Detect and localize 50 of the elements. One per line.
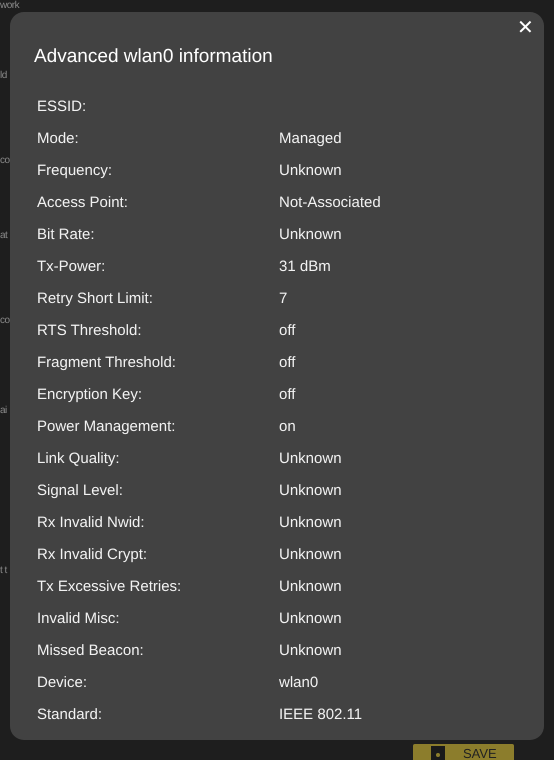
field-label: Access Point: (37, 194, 129, 213)
field-value: Unknown (279, 610, 343, 629)
field-value: Unknown (279, 450, 343, 469)
field-value: Unknown (279, 546, 343, 565)
field-label: Mode: (37, 130, 80, 149)
field-value: off (279, 322, 296, 341)
section-heading: work (0, 0, 20, 11)
field-value: Unknown (279, 162, 343, 181)
setting-label: ld (0, 70, 7, 81)
field-value: Unknown (279, 482, 343, 501)
field-value: Unknown (279, 514, 343, 533)
field-label: Rx Invalid Crypt: (37, 546, 148, 565)
close-button[interactable]: ✕ (517, 18, 534, 38)
field-label: Bit Rate: (37, 226, 96, 245)
field-value: 31 dBm (279, 258, 332, 277)
field-label: RTS Threshold: (37, 322, 142, 341)
field-value: Unknown (279, 578, 343, 597)
field-value: Unknown (279, 226, 343, 245)
field-value: on (279, 418, 297, 437)
field-value: IEEE 802.11 (279, 706, 364, 725)
field-label: Frequency: (37, 162, 114, 181)
field-label: Device: (37, 674, 88, 693)
field-label: Rx Invalid Nwid: (37, 514, 146, 533)
field-label: Power Management: (37, 418, 176, 437)
field-value: 7 (279, 290, 288, 309)
floppy-icon (431, 746, 445, 760)
field-value: off (279, 354, 296, 373)
save-button[interactable]: SAVE (413, 744, 514, 760)
field-label: Tx Excessive Retries: (37, 578, 182, 597)
field-value: Not-Associated (279, 194, 382, 213)
setting-label: t t (0, 565, 7, 576)
field-value: off (279, 386, 296, 405)
field-label: Fragment Threshold: (37, 354, 177, 373)
setting-label: ai (0, 405, 7, 416)
field-label: Standard: (37, 706, 104, 725)
field-value: Managed (279, 130, 343, 149)
field-value: wlan0 (279, 674, 320, 693)
setting-label: at (0, 230, 8, 241)
field-label: Retry Short Limit: (37, 290, 154, 309)
field-label: Invalid Misc: (37, 610, 121, 629)
setting-label: co (0, 315, 10, 326)
field-label: Link Quality: (37, 450, 121, 469)
field-label: Missed Beacon: (37, 642, 145, 661)
field-label: Encryption Key: (37, 386, 144, 405)
field-label: Tx-Power: (37, 258, 106, 277)
dialog-title: Advanced wlan0 information (34, 46, 273, 68)
field-label: ESSID: (37, 98, 88, 117)
field-label: Signal Level: (37, 482, 124, 501)
field-value: Unknown (279, 642, 343, 661)
setting-label: co (0, 155, 10, 166)
